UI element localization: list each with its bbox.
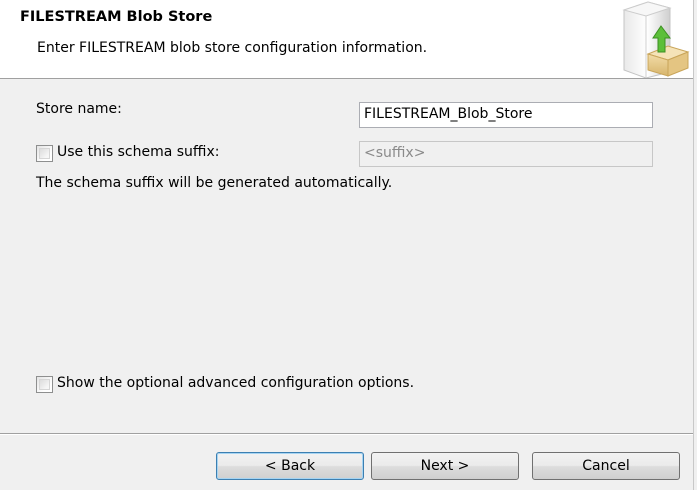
footer-separator bbox=[0, 433, 693, 435]
schema-suffix-note: The schema suffix will be generated auto… bbox=[36, 175, 393, 191]
next-button[interactable]: Next > bbox=[371, 452, 519, 480]
page-title: FILESTREAM Blob Store bbox=[20, 9, 213, 25]
back-button[interactable]: < Back bbox=[216, 452, 364, 480]
wizard-window: FILESTREAM Blob Store Enter FILESTREAM b… bbox=[0, 0, 694, 490]
cancel-button[interactable]: Cancel bbox=[532, 452, 680, 480]
database-server-package-icon bbox=[618, 0, 693, 79]
schema-suffix-input[interactable]: <suffix> bbox=[359, 141, 653, 167]
wizard-header: FILESTREAM Blob Store Enter FILESTREAM b… bbox=[0, 0, 693, 79]
advanced-options-label[interactable]: Show the optional advanced configuration… bbox=[57, 375, 414, 391]
store-name-label: Store name: bbox=[36, 101, 122, 117]
schema-suffix-checkbox[interactable] bbox=[36, 145, 53, 162]
page-subtitle: Enter FILESTREAM blob store configuratio… bbox=[37, 40, 428, 56]
schema-suffix-label[interactable]: Use this schema suffix: bbox=[57, 144, 219, 160]
advanced-options-checkbox[interactable] bbox=[36, 376, 53, 393]
store-name-input[interactable]: FILESTREAM_Blob_Store bbox=[359, 102, 653, 128]
